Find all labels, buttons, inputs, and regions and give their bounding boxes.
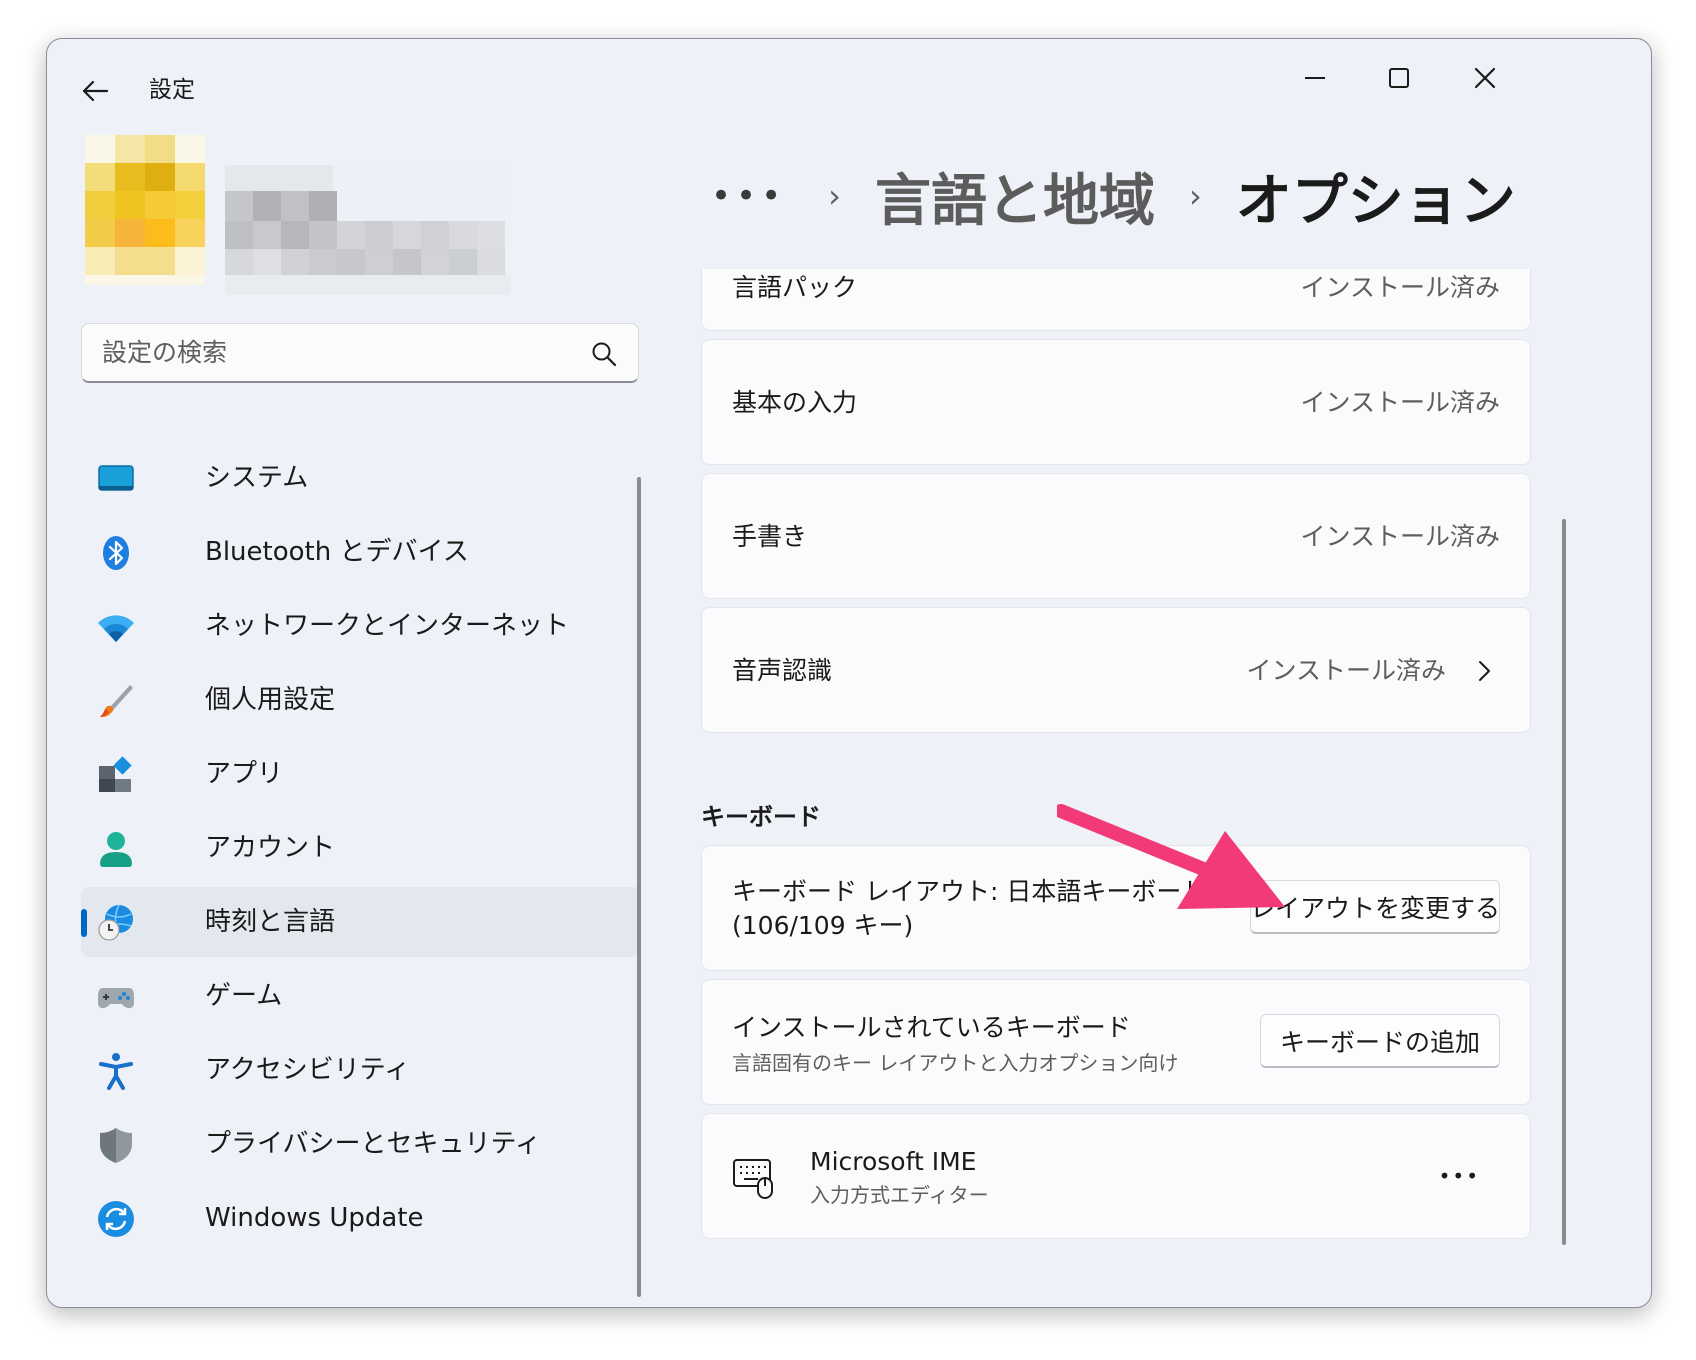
close-button[interactable] bbox=[1455, 55, 1515, 101]
content-area: 言語パック インストール済み 基本の入力 インストール済み 手書き インストール… bbox=[701, 269, 1651, 1307]
sidebar-item-apps[interactable]: アプリ bbox=[81, 739, 641, 809]
bluetooth-icon bbox=[103, 536, 129, 570]
minimize-icon bbox=[1305, 77, 1325, 79]
sidebar-item-windows-update[interactable]: Windows Update bbox=[81, 1183, 641, 1253]
network-icon bbox=[98, 615, 134, 642]
change-layout-button[interactable]: レイアウトを変更する bbox=[1250, 880, 1500, 934]
keyboard-layout-label: キーボード レイアウト: 日本語キーボード bbox=[732, 877, 1207, 906]
time-language-icon bbox=[98, 904, 133, 941]
sidebar-item-accounts[interactable]: アカウント bbox=[81, 813, 641, 883]
app-title: 設定 bbox=[149, 77, 195, 103]
sidebar-item-label: システム bbox=[205, 463, 309, 493]
sidebar-item-privacy[interactable]: プライバシーとセキュリティ bbox=[81, 1109, 641, 1179]
breadcrumb-separator: › bbox=[1188, 177, 1202, 215]
add-keyboard-button[interactable]: キーボードの追加 bbox=[1260, 1014, 1500, 1068]
installed-keyboards-row: インストールされているキーボード 言語固有のキー レイアウトと入力オプション向け… bbox=[701, 979, 1531, 1105]
sidebar-item-label: ゲーム bbox=[205, 981, 283, 1011]
sidebar-item-label: Bluetooth とデバイス bbox=[205, 537, 469, 567]
feature-status: インストール済み bbox=[1246, 656, 1446, 685]
breadcrumb-more[interactable]: ••• bbox=[711, 176, 786, 216]
installed-keyboards-title: インストールされているキーボード bbox=[732, 1013, 1131, 1042]
installed-keyboards-subtitle: 言語固有のキー レイアウトと入力オプション向け bbox=[732, 1051, 1179, 1075]
back-arrow-icon bbox=[82, 80, 109, 102]
keyboard-icon bbox=[733, 1159, 773, 1199]
keyboard-layout-row: キーボード レイアウト: 日本語キーボード (106/109 キー) レイアウト… bbox=[701, 845, 1531, 971]
maximize-icon bbox=[1389, 68, 1409, 88]
feature-row-speech[interactable]: 音声認識 インストール済み bbox=[701, 607, 1531, 733]
system-icon bbox=[98, 465, 134, 491]
keyboard-item-microsoft-ime[interactable]: Microsoft IME 入力方式エディター ••• bbox=[701, 1113, 1531, 1239]
accessibility-icon bbox=[99, 1053, 133, 1090]
sidebar-item-gaming[interactable]: ゲーム bbox=[81, 961, 641, 1031]
sidebar-item-bluetooth[interactable]: Bluetooth とデバイス bbox=[81, 517, 641, 587]
breadcrumb-language-region[interactable]: 言語と地域 bbox=[875, 156, 1155, 237]
sidebar-item-label: Windows Update bbox=[205, 1203, 424, 1233]
apps-icon bbox=[99, 756, 132, 792]
content-scrollbar[interactable] bbox=[1562, 519, 1566, 1245]
breadcrumb: ••• › 言語と地域 › オプション bbox=[711, 151, 1516, 241]
keyboard-layout-label-detail: (106/109 キー) bbox=[732, 911, 914, 940]
search-input[interactable]: 設定の検索 bbox=[102, 338, 227, 368]
minimize-button[interactable] bbox=[1285, 55, 1345, 101]
sidebar-item-personalization[interactable]: 個人用設定 bbox=[81, 665, 641, 735]
sidebar-item-label: アクセシビリティ bbox=[205, 1055, 411, 1085]
feature-row-language-pack: 言語パック インストール済み bbox=[701, 269, 1531, 331]
feature-name: 音声認識 bbox=[732, 656, 833, 685]
sidebar-item-label: プライバシーとセキュリティ bbox=[205, 1129, 541, 1159]
sidebar-item-label: アカウント bbox=[205, 833, 336, 863]
feature-status: インストール済み bbox=[1300, 273, 1500, 302]
account-icon bbox=[100, 832, 132, 867]
sidebar-item-label: 時刻と言語 bbox=[205, 907, 336, 937]
update-icon bbox=[98, 1201, 134, 1237]
sidebar-item-label: アプリ bbox=[205, 759, 284, 789]
feature-row-basic-typing: 基本の入力 インストール済み bbox=[701, 339, 1531, 465]
breadcrumb-separator: › bbox=[828, 177, 841, 215]
sidebar-scrollbar[interactable] bbox=[637, 477, 641, 1297]
maximize-button[interactable] bbox=[1369, 55, 1429, 101]
user-avatar[interactable] bbox=[85, 135, 205, 285]
feature-status: インストール済み bbox=[1300, 388, 1500, 417]
feature-name: 手書き bbox=[732, 522, 808, 551]
sidebar-item-time-language[interactable]: 時刻と言語 bbox=[81, 887, 641, 957]
settings-window: 設定 設定の検索 システム Bluetooth とデバイス ネットワークとインタ… bbox=[46, 38, 1652, 1308]
feature-name: 基本の入力 bbox=[732, 388, 858, 417]
chevron-right-icon bbox=[1479, 661, 1490, 681]
ime-name: Microsoft IME bbox=[810, 1147, 977, 1176]
close-icon bbox=[1474, 67, 1496, 89]
back-button[interactable] bbox=[75, 71, 115, 111]
selection-indicator bbox=[81, 909, 87, 937]
page-title: オプション bbox=[1235, 168, 1516, 234]
keyboard-section-title: キーボード bbox=[701, 803, 821, 831]
more-options-icon[interactable]: ••• bbox=[1439, 1160, 1480, 1192]
ime-subtitle: 入力方式エディター bbox=[810, 1183, 989, 1207]
user-info bbox=[225, 165, 511, 295]
feature-row-handwriting: 手書き インストール済み bbox=[701, 473, 1531, 599]
sidebar-item-network[interactable]: ネットワークとインターネット bbox=[81, 591, 641, 661]
settings-search[interactable]: 設定の検索 bbox=[81, 323, 639, 383]
sidebar-item-accessibility[interactable]: アクセシビリティ bbox=[81, 1035, 641, 1105]
brush-icon bbox=[100, 685, 133, 718]
sidebar-item-label: ネットワークとインターネット bbox=[205, 611, 570, 641]
shield-icon bbox=[100, 1128, 132, 1163]
sidebar-item-label: 個人用設定 bbox=[205, 685, 336, 715]
gamepad-icon bbox=[98, 988, 134, 1009]
search-icon[interactable] bbox=[590, 340, 618, 368]
sidebar-item-system[interactable]: システム bbox=[81, 443, 641, 513]
feature-status: インストール済み bbox=[1300, 522, 1500, 551]
feature-name: 言語パック bbox=[732, 273, 858, 302]
